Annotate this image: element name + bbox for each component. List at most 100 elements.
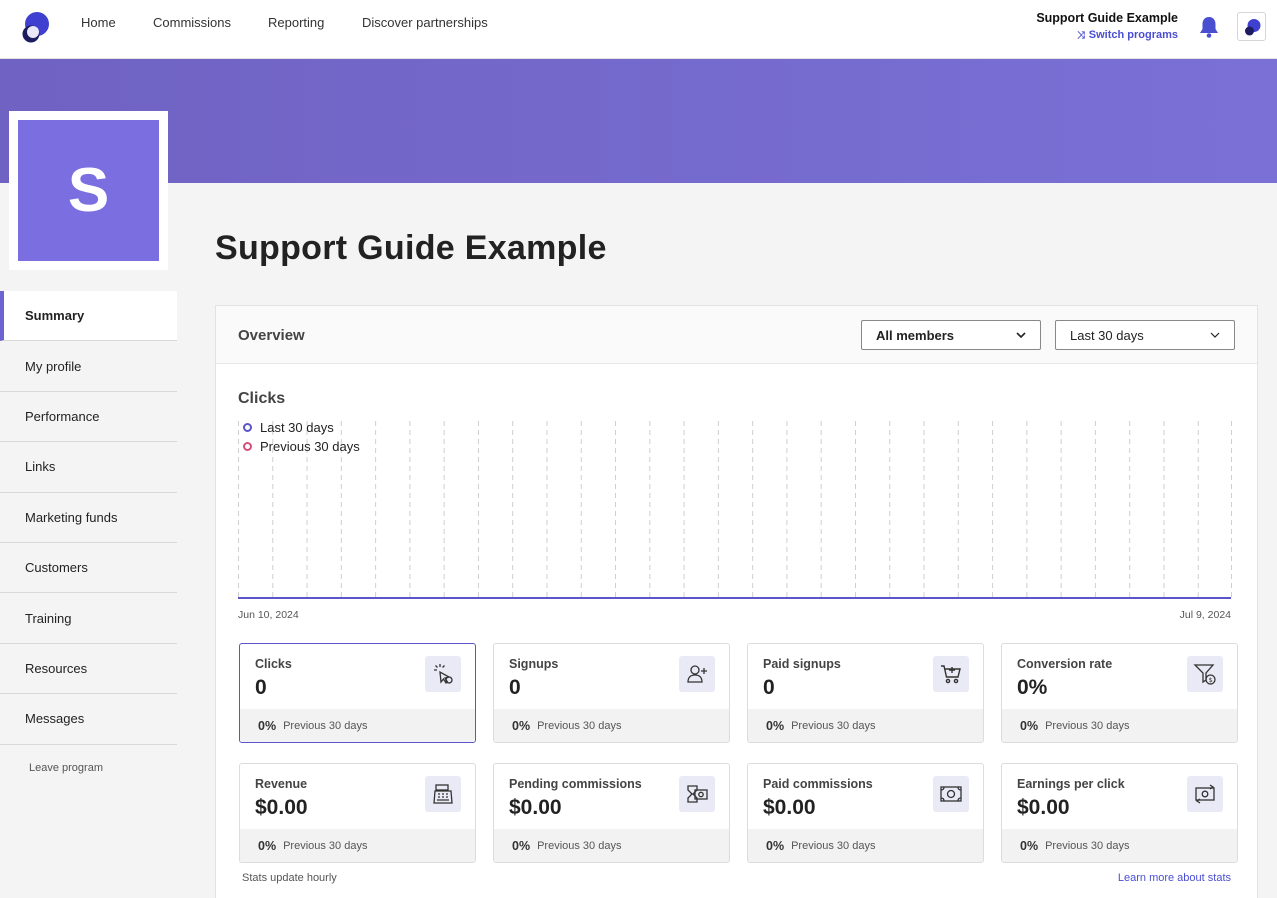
date-range-select[interactable]: Last 30 days — [1055, 320, 1235, 350]
stat-change: 0% — [1020, 718, 1039, 733]
stat-compare: Previous 30 days — [283, 719, 368, 732]
page-title: Support Guide Example — [215, 229, 607, 267]
legend-item-previous-30[interactable]: Previous 30 days — [243, 437, 360, 456]
stat-label: Signups — [509, 657, 559, 671]
sidebar-item-summary[interactable]: Summary — [0, 291, 177, 342]
legend-label: Last 30 days — [260, 420, 334, 435]
legend-marker — [243, 442, 252, 451]
chart-legend: Last 30 days Previous 30 days — [243, 418, 360, 456]
stat-change: 0% — [512, 718, 531, 733]
sidebar-item-marketing-funds[interactable]: Marketing funds — [0, 493, 177, 543]
stat-compare: Previous 30 days — [1045, 719, 1130, 732]
cash-register-icon — [425, 776, 461, 812]
stat-compare: Previous 30 days — [283, 839, 368, 852]
stat-value: $0.00 — [255, 796, 308, 819]
pending-money-icon — [679, 776, 715, 812]
overview-header: Overview All members Last 30 days — [216, 306, 1257, 364]
stat-value: 0 — [509, 676, 521, 699]
stat-change: 0% — [512, 838, 531, 853]
money-exchange-icon — [1187, 776, 1223, 812]
member-filter-select[interactable]: All members — [861, 320, 1041, 350]
x-axis-start-label: Jun 10, 2024 — [238, 609, 299, 621]
stat-value: $0.00 — [509, 796, 562, 819]
stat-paid-signups[interactable]: Paid signups 0 0% Previous 30 days — [747, 643, 984, 743]
stat-label: Pending commissions — [509, 777, 642, 791]
stat-footer: 0% Previous 30 days — [494, 829, 729, 862]
sidebar-item-performance[interactable]: Performance — [0, 392, 177, 443]
stat-compare: Previous 30 days — [1045, 839, 1130, 852]
program-banner — [0, 59, 1277, 183]
add-user-icon — [679, 656, 715, 692]
money-bill-icon — [933, 776, 969, 812]
stat-footer: 0% Previous 30 days — [1002, 829, 1237, 862]
stat-change: 0% — [1020, 838, 1039, 853]
cart-icon — [933, 656, 969, 692]
stat-clicks[interactable]: Clicks 0 0% Previous 30 days — [239, 643, 476, 743]
overview-card: Overview All members Last 30 days Clicks… — [215, 305, 1258, 898]
funnel-dollar-icon: $ — [1187, 656, 1223, 692]
stat-value: $0.00 — [763, 796, 816, 819]
stat-label: Conversion rate — [1017, 657, 1113, 671]
sidebar-item-links[interactable]: Links — [0, 442, 177, 493]
stat-label: Paid commissions — [763, 777, 873, 791]
stat-change: 0% — [258, 718, 277, 733]
svg-text:$: $ — [1209, 676, 1213, 684]
stat-conversion-rate[interactable]: Conversion rate 0% $ 0% Previous 30 days — [1001, 643, 1238, 743]
stat-label: Clicks — [255, 657, 292, 671]
member-filter-value: All members — [876, 327, 955, 343]
stat-revenue[interactable]: Revenue $0.00 0% Previous 30 days — [239, 763, 476, 863]
legend-marker — [243, 423, 252, 432]
stat-label: Paid signups — [763, 657, 841, 671]
leave-program-link[interactable]: Leave program — [29, 762, 103, 774]
stat-pending-commissions[interactable]: Pending commissions $0.00 0% Previous 30 … — [493, 763, 730, 863]
clicks-chart — [238, 421, 1232, 599]
stat-change: 0% — [766, 838, 785, 853]
nav-reporting[interactable]: Reporting — [268, 15, 324, 30]
stat-footer: 0% Previous 30 days — [748, 709, 983, 742]
stat-footer: 0% Previous 30 days — [240, 829, 475, 862]
stat-paid-commissions[interactable]: Paid commissions $0.00 0% Previous 30 day… — [747, 763, 984, 863]
sidebar-item-customers[interactable]: Customers — [0, 543, 177, 594]
click-icon — [425, 656, 461, 692]
stat-value: $0.00 — [1017, 796, 1070, 819]
top-nav: Home Commissions Reporting Discover part… — [0, 0, 1277, 59]
stat-footer: 0% Previous 30 days — [748, 829, 983, 862]
program-name: Support Guide Example — [1036, 11, 1178, 25]
nav-discover-partnerships[interactable]: Discover partnerships — [362, 15, 488, 30]
legend-label: Previous 30 days — [260, 439, 360, 454]
nav-home[interactable]: Home — [81, 15, 116, 30]
sidebar-item-resources[interactable]: Resources — [0, 644, 177, 695]
stats-update-note: Stats update hourly — [242, 872, 337, 884]
x-axis-end-label: Jul 9, 2024 — [1179, 609, 1231, 621]
stat-footer: 0% Previous 30 days — [240, 709, 475, 742]
stat-value: 0 — [255, 676, 267, 699]
bell-icon[interactable] — [1198, 15, 1220, 39]
sidebar-item-messages[interactable]: Messages — [0, 694, 177, 745]
switch-programs-label: Switch programs — [1088, 29, 1178, 41]
switch-programs-link[interactable]: ⤨ Switch programs — [1077, 29, 1178, 41]
date-range-value: Last 30 days — [1070, 327, 1144, 343]
stat-compare: Previous 30 days — [537, 719, 622, 732]
app-logo-icon[interactable] — [20, 11, 50, 43]
stat-signups[interactable]: Signups 0 0% Previous 30 days — [493, 643, 730, 743]
stat-earnings-per-click[interactable]: Earnings per click $0.00 0% Previous 30 d… — [1001, 763, 1238, 863]
learn-more-stats-link[interactable]: Learn more about stats — [1118, 872, 1231, 884]
nav-commissions[interactable]: Commissions — [153, 15, 231, 30]
chevron-down-icon — [1210, 332, 1220, 338]
sidebar-item-my-profile[interactable]: My profile — [0, 341, 177, 392]
stat-compare: Previous 30 days — [791, 719, 876, 732]
chevron-down-icon — [1016, 332, 1026, 339]
program-tile: S — [9, 111, 168, 270]
sidebar-item-training[interactable]: Training — [0, 593, 177, 644]
legend-item-last-30[interactable]: Last 30 days — [243, 418, 360, 437]
avatar-logo-icon — [1245, 19, 1261, 36]
stat-compare: Previous 30 days — [537, 839, 622, 852]
user-avatar[interactable] — [1237, 12, 1266, 41]
program-initial: S — [18, 120, 159, 261]
stat-value: 0% — [1017, 676, 1048, 699]
overview-title: Overview — [238, 327, 305, 344]
stat-footer: 0% Previous 30 days — [1002, 709, 1237, 742]
sidebar: Summary My profile Performance Links Mar… — [0, 291, 177, 745]
stat-change: 0% — [258, 838, 277, 853]
stat-change: 0% — [766, 718, 785, 733]
